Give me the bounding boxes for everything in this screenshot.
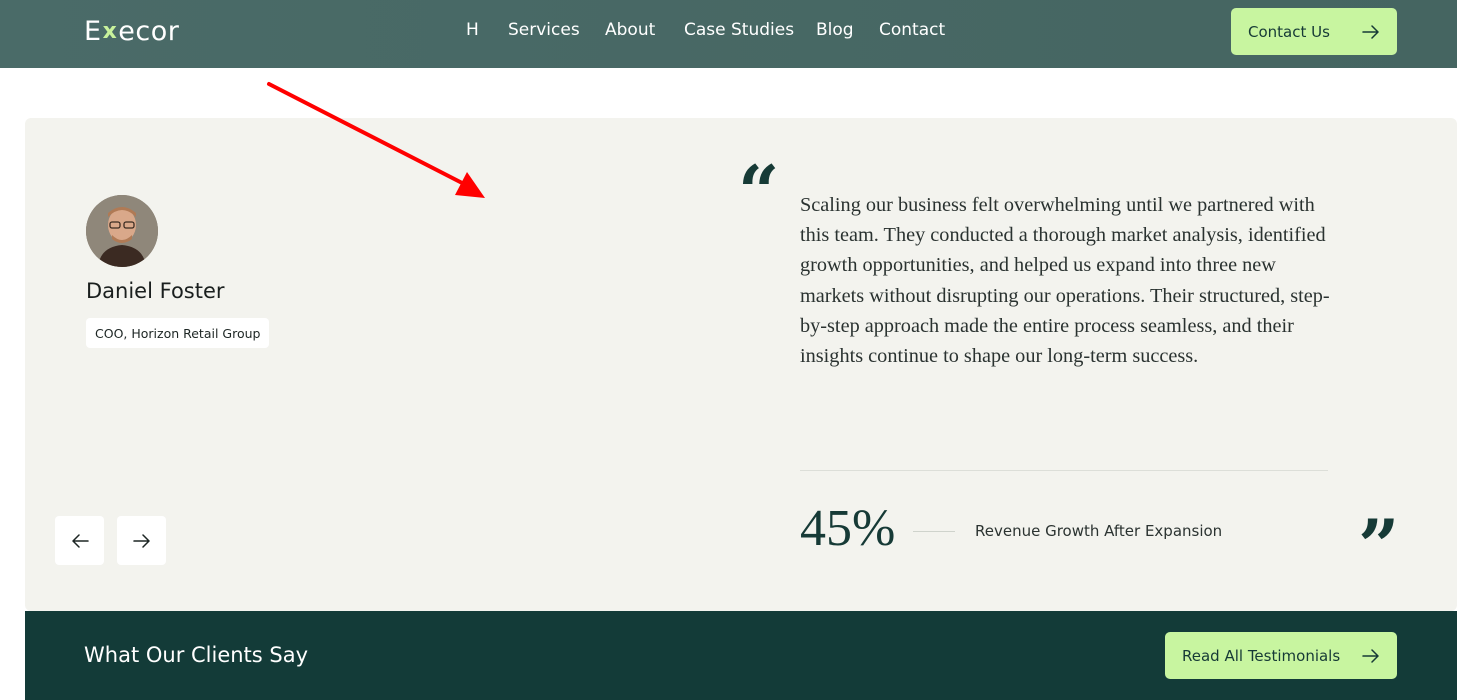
read-all-label: Read All Testimonials [1182,646,1341,665]
top-navbar: Ex ecor H Services About Case Studies Blo… [0,0,1457,68]
nav-link-blog[interactable]: Blog [816,20,854,40]
divider [800,470,1328,471]
arrow-right-icon [1362,648,1379,663]
read-all-testimonials-button[interactable]: Read All Testimonials [1165,632,1397,679]
stat-separator [913,531,955,532]
stat-value: 45% [800,500,896,557]
arrow-left-icon [71,533,89,548]
nav-link-home[interactable]: H [466,20,479,40]
contact-us-button[interactable]: Contact Us [1231,8,1397,55]
previous-testimonial-button[interactable] [55,516,104,565]
arrow-right-icon [132,533,150,548]
nav-link-contact[interactable]: Contact [879,20,945,40]
person-role-badge: COO, Horizon Retail Group [86,318,270,348]
next-testimonial-button[interactable] [117,516,166,565]
avatar-portrait [86,195,158,267]
brand-logo[interactable]: Ex ecor [84,16,179,47]
person-name: Daniel Foster [86,279,225,303]
section-title: What Our Clients Say [84,643,309,667]
logo-prefix: E [84,16,102,47]
avatar [86,195,158,267]
nav-link-case-studies[interactable]: Case Studies [684,20,794,40]
close-quote-icon: ” [1358,503,1400,588]
nav-link-about[interactable]: About [605,20,655,40]
arrow-right-icon [1362,24,1379,39]
stat-label: Revenue Growth After Expansion [975,522,1223,540]
nav-link-services[interactable]: Services [508,20,580,40]
contact-us-label: Contact Us [1248,22,1330,41]
red-arrow-annotation-icon [267,82,485,198]
logo-suffix: ecor [118,16,180,47]
testimonial-quote: Scaling our business felt overwhelming u… [800,194,1330,368]
open-quote-icon: “ [738,149,780,234]
logo-x-mark: x [102,19,118,44]
